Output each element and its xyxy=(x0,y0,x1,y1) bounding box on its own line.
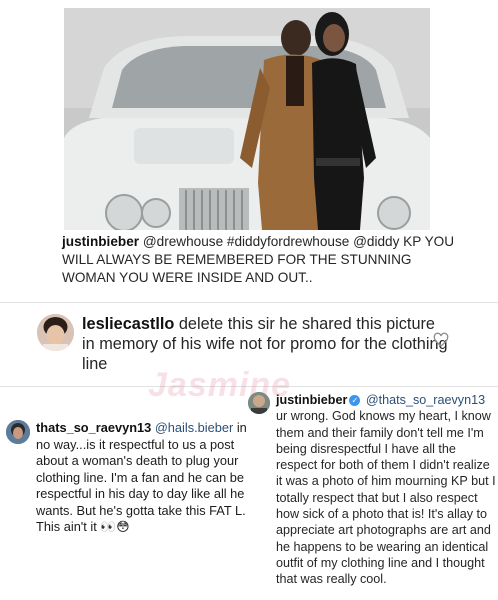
heart-outline-icon[interactable] xyxy=(433,332,449,348)
post-photo xyxy=(64,8,430,230)
eyes-flushed-emoji: 👀😳 xyxy=(100,520,130,535)
post-photo-illustration xyxy=(64,8,430,230)
divider xyxy=(0,302,498,303)
avatar-image xyxy=(37,314,74,351)
comment-text: in no way...is it respectful to us a pos… xyxy=(36,420,247,534)
caption-username[interactable]: justinbieber xyxy=(62,234,139,249)
post-caption: justinbieber @drewhouse #diddyfordrewhou… xyxy=(62,233,462,287)
comment-body: lesliecastllo delete this sir he shared … xyxy=(82,314,452,374)
comment-username[interactable]: thats_so_raevyn13 xyxy=(36,420,151,435)
comment-username[interactable]: justinbieber xyxy=(276,393,347,407)
comment-mention[interactable]: @hails.bieber xyxy=(155,420,233,435)
avatar[interactable] xyxy=(248,392,270,414)
avatar[interactable] xyxy=(6,420,30,444)
comment-justinbieber-reply: justinbieber ✓ @thats_so_raevyn13 ur wron… xyxy=(276,392,496,588)
comment-mention[interactable]: @thats_so_raevyn13 xyxy=(366,393,485,407)
verified-badge-icon: ✓ xyxy=(349,395,361,406)
comment-thats-so-raevyn13: thats_so_raevyn13 @hails.bieber in no wa… xyxy=(36,420,256,537)
comment-username[interactable]: lesliecastllo xyxy=(82,315,174,333)
avatar[interactable] xyxy=(37,314,74,351)
comment-text: ur wrong. God knows my heart, I know the… xyxy=(276,409,496,587)
avatar-image xyxy=(6,420,30,444)
avatar-image xyxy=(248,392,270,414)
